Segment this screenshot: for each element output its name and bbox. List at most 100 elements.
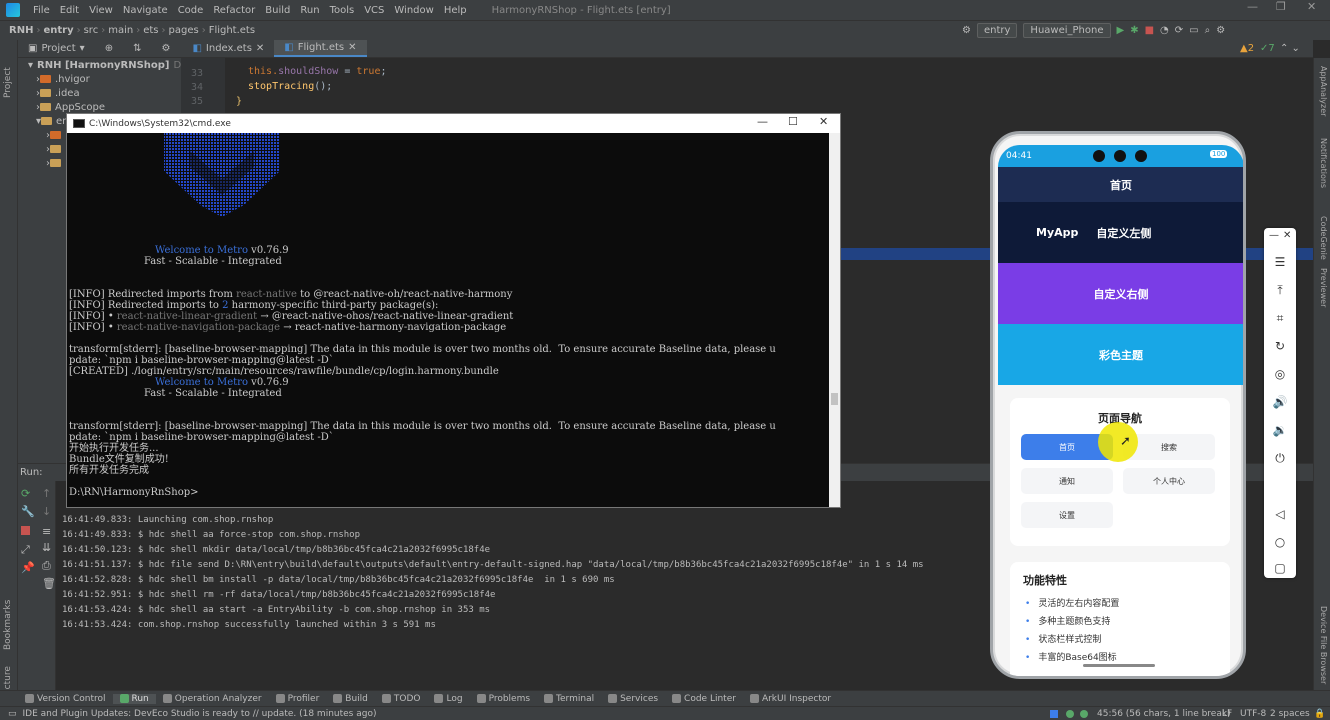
screenshot-icon[interactable]: ◎ bbox=[1272, 366, 1288, 382]
project-tool-tab[interactable]: Project bbox=[3, 67, 13, 98]
ok-count[interactable]: ✓7 bbox=[1260, 43, 1275, 54]
tree-item-idea[interactable]: › .idea bbox=[18, 86, 181, 100]
inspection-nav-icon[interactable]: ⌃ ⌄ bbox=[1280, 43, 1300, 54]
breadcrumb-src[interactable]: src bbox=[81, 25, 102, 36]
print-icon[interactable]: ⎙ bbox=[42, 559, 51, 573]
sync-icon[interactable]: ⟳ bbox=[1175, 25, 1183, 36]
tool-services[interactable]: Services bbox=[601, 694, 665, 704]
breadcrumb-ets[interactable]: ets bbox=[140, 25, 161, 36]
file-encoding[interactable]: UTF-8 bbox=[1240, 709, 1266, 719]
menu-help[interactable]: Help bbox=[439, 5, 472, 16]
scroll-end-icon[interactable]: ⇊ bbox=[42, 541, 51, 554]
indent-setting[interactable]: 2 spaces bbox=[1270, 709, 1310, 719]
menu-build[interactable]: Build bbox=[260, 5, 295, 16]
cmd-maximize-icon[interactable]: ☐ bbox=[788, 115, 798, 128]
tool-run[interactable]: Run bbox=[112, 693, 156, 704]
restore-layout-icon[interactable]: ⤢ bbox=[21, 543, 30, 557]
tool-log[interactable]: Log bbox=[427, 694, 469, 704]
bookmarks-tool-tab[interactable]: Bookmarks bbox=[3, 600, 13, 650]
breadcrumb-file[interactable]: Flight.ets bbox=[206, 25, 258, 36]
phone-emulator[interactable]: 04:41 100 首页 MyApp 自定义左侧 自定义右侧 彩色主题 页面导航… bbox=[990, 131, 1246, 679]
tree-root[interactable]: ▾ RNH [HarmonyRNShop]D:\RN\ bbox=[18, 58, 206, 72]
tree-item-hvigor[interactable]: › .hvigor bbox=[18, 72, 181, 86]
device-select[interactable]: Huawei_Phone bbox=[1023, 23, 1111, 38]
profile-icon[interactable]: ◔ bbox=[1160, 25, 1169, 36]
close-icon[interactable]: ✕ bbox=[1307, 0, 1316, 13]
menu-navigate[interactable]: Navigate bbox=[118, 5, 173, 16]
module-select[interactable]: entry bbox=[976, 23, 1018, 38]
previewer-tool-tab[interactable]: Previewer bbox=[1319, 268, 1328, 307]
tool-arkui-inspector[interactable]: ArkUI Inspector bbox=[743, 694, 838, 704]
restore-icon[interactable]: ❐ bbox=[1276, 0, 1286, 13]
breadcrumb-entry[interactable]: entry bbox=[40, 25, 76, 36]
nav-button-notify[interactable]: 通知 bbox=[1021, 468, 1113, 494]
scroll-down-icon[interactable]: ↓ bbox=[42, 505, 51, 518]
tool-profiler[interactable]: Profiler bbox=[269, 694, 327, 704]
rotate-icon[interactable]: ↻ bbox=[1272, 338, 1288, 354]
locate-icon[interactable]: ⊕ bbox=[95, 41, 123, 56]
tool-version-control[interactable]: Version Control bbox=[18, 694, 113, 704]
menu-edit[interactable]: Edit bbox=[55, 5, 84, 16]
cmd-scroll-thumb[interactable] bbox=[831, 393, 838, 405]
settings-gear-icon[interactable]: ⚙ bbox=[962, 25, 971, 36]
ide-settings-icon[interactable]: ⚙ bbox=[1216, 25, 1225, 36]
menu-window[interactable]: Window bbox=[389, 5, 438, 16]
crop-icon[interactable]: ⌗ bbox=[1272, 310, 1288, 326]
device-file-browser-tool-tab[interactable]: Device File Browser bbox=[1319, 606, 1328, 684]
volume-down-icon[interactable]: 🔉 bbox=[1272, 422, 1288, 438]
breadcrumb-pages[interactable]: pages bbox=[166, 25, 202, 36]
collapse-icon[interactable]: ⇅ bbox=[123, 41, 151, 56]
warning-count[interactable]: ▲2 bbox=[1240, 43, 1254, 54]
cmd-minimize-icon[interactable]: — bbox=[757, 115, 768, 128]
menu-run[interactable]: Run bbox=[295, 5, 324, 16]
debug-icon[interactable]: ✱ bbox=[1130, 25, 1138, 36]
tool-operation-analyzer[interactable]: Operation Analyzer bbox=[156, 694, 269, 704]
tab-index[interactable]: ◧ Index.ets ✕ bbox=[182, 41, 274, 56]
nav-button-settings[interactable]: 设置 bbox=[1021, 502, 1113, 528]
cmd-titlebar[interactable]: C:\Windows\System32\cmd.exe — ☐ ✕ bbox=[67, 114, 840, 133]
menu-tools[interactable]: Tools bbox=[325, 5, 360, 16]
pin-icon[interactable]: 📌 bbox=[21, 561, 35, 574]
project-view-select[interactable]: ▣ Project ▾ bbox=[18, 41, 95, 56]
home-indicator[interactable] bbox=[1083, 664, 1155, 667]
caret-position[interactable]: 45:56 (56 chars, 1 line break) bbox=[1097, 709, 1231, 719]
menu-icon[interactable]: ☰ bbox=[1272, 254, 1288, 270]
section-color-theme[interactable]: 彩色主题 bbox=[998, 324, 1243, 385]
tool-build[interactable]: Build bbox=[326, 694, 375, 704]
cmd-prompt[interactable]: D:\RN\HarmonyRnShop> bbox=[69, 487, 199, 498]
tool-terminal[interactable]: Terminal bbox=[537, 694, 601, 704]
volume-up-icon[interactable]: 🔊 bbox=[1272, 394, 1288, 410]
soft-wrap-icon[interactable]: ≡ bbox=[42, 525, 51, 538]
pin-top-icon[interactable]: ⤒ bbox=[1272, 282, 1288, 298]
tree-item-appscope[interactable]: › AppScope bbox=[18, 100, 181, 114]
cmd-close-icon[interactable]: ✕ bbox=[819, 115, 828, 128]
clear-icon[interactable]: 🗑 bbox=[42, 577, 56, 590]
rerun-icon[interactable]: ⟳ bbox=[21, 487, 30, 500]
home-icon[interactable]: ○ bbox=[1272, 534, 1288, 550]
codegenie-tool-tab[interactable]: CodeGenie bbox=[1319, 216, 1328, 260]
breadcrumb-main[interactable]: main bbox=[105, 25, 136, 36]
back-icon[interactable]: ◁ bbox=[1272, 506, 1288, 522]
emulator-minimize-icon[interactable]: — bbox=[1269, 230, 1279, 241]
run-icon[interactable]: ▶ bbox=[1117, 25, 1125, 36]
menu-code[interactable]: Code bbox=[173, 5, 209, 16]
menu-view[interactable]: View bbox=[84, 5, 118, 16]
menu-refactor[interactable]: Refactor bbox=[208, 5, 260, 16]
stop-run-icon[interactable] bbox=[21, 526, 30, 535]
cmd-scrollbar[interactable] bbox=[829, 133, 840, 507]
menu-vcs[interactable]: VCS bbox=[359, 5, 389, 16]
section-right-custom[interactable]: 自定义右侧 bbox=[998, 263, 1243, 324]
status-message[interactable]: IDE and Plugin Updates: DevEco Studio is… bbox=[23, 709, 377, 719]
lock-icon[interactable]: 🔒 bbox=[1314, 709, 1325, 719]
scroll-up-icon[interactable]: ↑ bbox=[42, 487, 51, 500]
section-myapp[interactable]: MyApp 自定义左侧 bbox=[998, 202, 1243, 263]
tool-code-linter[interactable]: Code Linter bbox=[665, 694, 743, 704]
breadcrumb-root[interactable]: RNH bbox=[6, 25, 36, 36]
options-gear-icon[interactable]: ⚙ bbox=[151, 41, 180, 56]
notifications-tool-tab[interactable]: Notifications bbox=[1319, 138, 1328, 188]
recents-icon[interactable]: ▢ bbox=[1272, 560, 1288, 576]
wrench-icon[interactable]: 🔧 bbox=[21, 505, 35, 518]
tool-problems[interactable]: Problems bbox=[470, 694, 537, 704]
power-icon[interactable]: ⏻ bbox=[1272, 450, 1288, 466]
device-manager-icon[interactable]: ▭ bbox=[1189, 25, 1198, 36]
